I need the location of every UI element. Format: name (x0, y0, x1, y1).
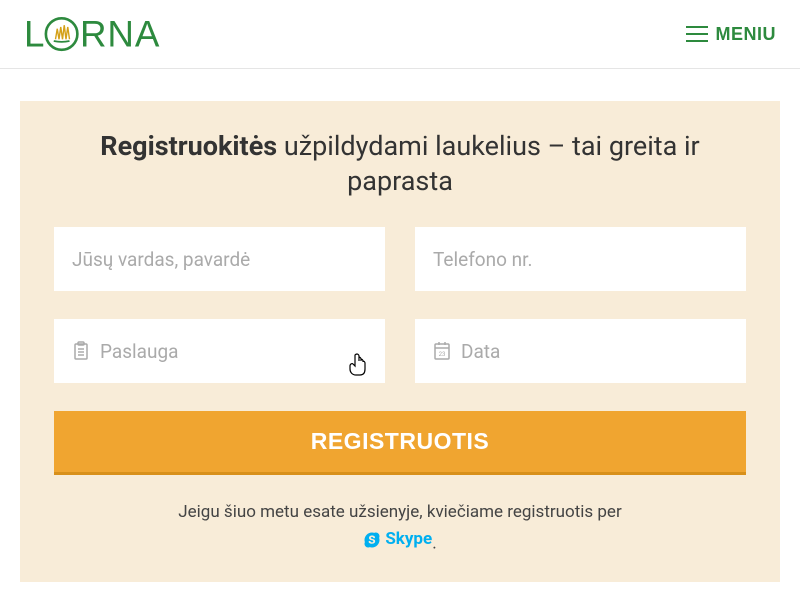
hamburger-icon (686, 26, 708, 42)
heading-rest: užpildydami laukelius – tai greita ir pa… (277, 130, 700, 197)
calendar-icon: 23 (433, 341, 451, 361)
skype-label: Skype (385, 526, 432, 553)
svg-text:RNA: RNA (80, 13, 160, 54)
form-grid: Paslauga 23 Data (54, 227, 746, 383)
svg-text:L: L (24, 13, 45, 54)
menu-button[interactable]: MENIU (686, 24, 777, 45)
note-text: Jeigu šiuo metu esate užsienyje, kviečia… (178, 502, 621, 522)
clipboard-icon (72, 341, 90, 361)
skype-link[interactable]: Skype (363, 526, 432, 553)
heading-bold: Registruokitės (100, 130, 277, 162)
date-select[interactable]: 23 Data (415, 319, 746, 383)
service-label: Paslauga (100, 340, 367, 363)
svg-text:23: 23 (439, 351, 446, 358)
phone-input[interactable] (433, 248, 728, 271)
date-label: Data (461, 340, 728, 363)
registration-card: Registruokitės užpildydami laukelius – t… (20, 101, 780, 582)
skype-note: Jeigu šiuo metu esate užsienyje, kviečia… (54, 499, 746, 558)
name-field-wrap[interactable] (54, 227, 385, 291)
logo-svg: L RNA (24, 12, 199, 56)
name-input[interactable] (72, 248, 367, 271)
note-period: . (432, 534, 436, 554)
site-header: L RNA MENIU (0, 0, 800, 69)
form-heading: Registruokitės užpildydami laukelius – t… (54, 129, 746, 199)
menu-label: MENIU (716, 24, 777, 45)
submit-button[interactable]: REGISTRUOTIS (54, 411, 746, 475)
skype-icon (363, 531, 381, 549)
phone-field-wrap[interactable] (415, 227, 746, 291)
service-select[interactable]: Paslauga (54, 319, 385, 383)
logo[interactable]: L RNA (24, 12, 199, 56)
